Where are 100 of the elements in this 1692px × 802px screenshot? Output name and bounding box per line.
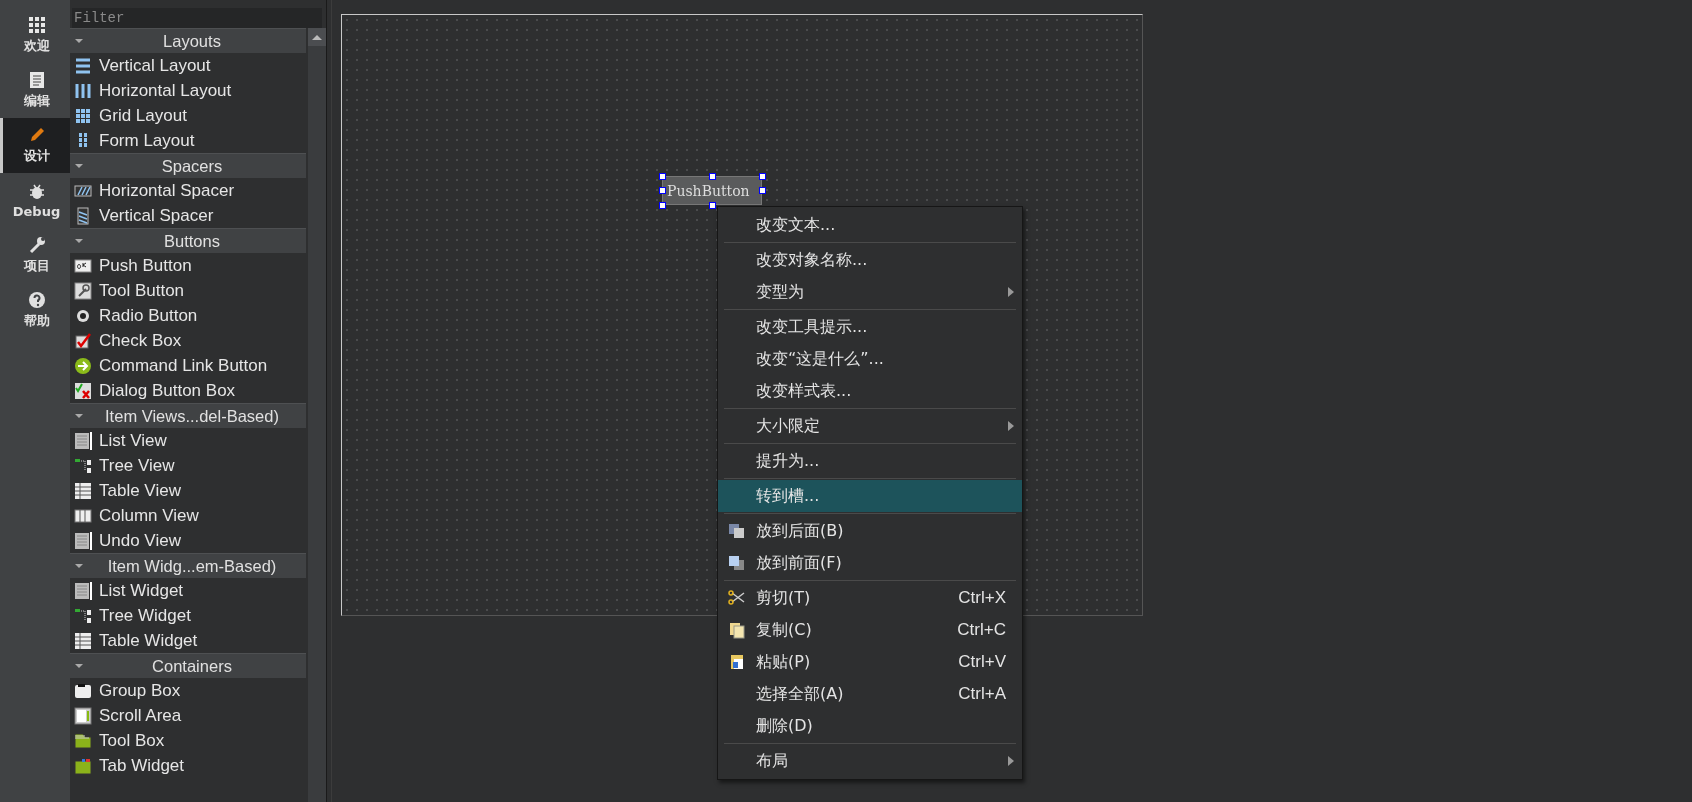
resize-handle[interactable]: [659, 187, 666, 194]
expand-arrow-icon: [74, 661, 84, 671]
paste-icon: [728, 653, 746, 671]
category-header[interactable]: Layouts: [70, 28, 306, 53]
widget-item[interactable]: Form Layout: [70, 128, 306, 153]
widget-item[interactable]: Group Box: [70, 678, 306, 703]
menu-item[interactable]: 粘贴(P) Ctrl+V: [718, 646, 1022, 678]
menu-item[interactable]: 改变对象名称...: [718, 244, 1022, 276]
bring-front-icon: [728, 554, 746, 572]
table-icon: [74, 631, 92, 650]
expand-arrow-icon: [74, 236, 84, 246]
menu-item[interactable]: 改变工具提示...: [718, 311, 1022, 343]
mode-button[interactable]: Debug: [0, 173, 70, 228]
wrench-button-icon: [74, 281, 92, 300]
category-header[interactable]: Buttons: [70, 228, 306, 253]
resize-handle[interactable]: [709, 202, 716, 209]
expand-arrow-icon: [74, 411, 84, 421]
checkbox-icon: [74, 331, 92, 350]
resize-handle[interactable]: [659, 202, 666, 209]
scroll-up-icon: [312, 34, 322, 40]
widget-item[interactable]: Vertical Layout: [70, 53, 306, 78]
menu-item[interactable]: 删除(D): [718, 710, 1022, 742]
horizontal-layout-icon: [74, 81, 92, 100]
mode-button[interactable]: 项目: [0, 228, 70, 283]
widget-item[interactable]: Horizontal Spacer: [70, 178, 306, 203]
grid-icon: [27, 16, 46, 34]
widget-item[interactable]: Check Box: [70, 328, 306, 353]
send-back-icon: [728, 522, 746, 540]
widget-item[interactable]: Column View: [70, 503, 306, 528]
resize-handle[interactable]: [659, 173, 666, 180]
dialog-buttons-icon: [74, 381, 92, 400]
tree-icon: [74, 606, 92, 625]
wrench-icon: [27, 236, 46, 254]
arrow-circle-icon: [74, 356, 92, 375]
widget-item[interactable]: Push Button: [70, 253, 306, 278]
mode-button[interactable]: 帮助: [0, 283, 70, 338]
scrollbar[interactable]: [308, 28, 326, 802]
list-icon: [74, 581, 92, 600]
list-icon: [74, 431, 92, 450]
widget-item[interactable]: List View: [70, 428, 306, 453]
columns-icon: [74, 506, 92, 525]
widget-item[interactable]: Tool Button: [70, 278, 306, 303]
category-header[interactable]: Item Views...del-Based): [70, 403, 306, 428]
group-box-icon: [74, 681, 92, 700]
scroll-area-icon: [74, 706, 92, 725]
mode-button[interactable]: 编辑: [0, 63, 70, 118]
folder-icon: [74, 731, 92, 750]
tree-icon: [74, 456, 92, 475]
ok-button-icon: [74, 256, 92, 275]
widget-item[interactable]: Vertical Spacer: [70, 203, 306, 228]
menu-item[interactable]: 改变样式表...: [718, 375, 1022, 407]
widget-item[interactable]: Tree Widget: [70, 603, 306, 628]
expand-arrow-icon: [74, 36, 84, 46]
widget-item[interactable]: Table View: [70, 478, 306, 503]
menu-item[interactable]: 改变“这是什么”...: [718, 343, 1022, 375]
mode-button[interactable]: 欢迎: [0, 8, 70, 63]
widget-item[interactable]: Tool Box: [70, 728, 306, 753]
list-icon: [74, 531, 92, 550]
menu-item[interactable]: 选择全部(A) Ctrl+A: [718, 678, 1022, 710]
resize-handle[interactable]: [759, 173, 766, 180]
menu-item[interactable]: 放到后面(B): [718, 515, 1022, 547]
vertical-layout-icon: [74, 56, 92, 75]
widget-item[interactable]: Horizontal Layout: [70, 78, 306, 103]
widget-item[interactable]: Undo View: [70, 528, 306, 553]
widget-item[interactable]: Command Link Button: [70, 353, 306, 378]
vertical-spacer-icon: [74, 206, 92, 225]
widget-item[interactable]: List Widget: [70, 578, 306, 603]
widget-item[interactable]: Scroll Area: [70, 703, 306, 728]
category-header[interactable]: Item Widg...em-Based): [70, 553, 306, 578]
scissors-icon: [728, 589, 746, 607]
document-icon: [27, 71, 46, 89]
table-icon: [74, 481, 92, 500]
menu-item[interactable]: 放到前面(F): [718, 547, 1022, 579]
filter-field[interactable]: Filter: [72, 8, 322, 28]
widget-item[interactable]: Radio Button: [70, 303, 306, 328]
mode-button[interactable]: 设计: [0, 118, 70, 173]
resize-handle[interactable]: [759, 187, 766, 194]
resize-handle[interactable]: [709, 173, 716, 180]
bug-icon: [27, 182, 46, 201]
menu-item[interactable]: 剪切(T) Ctrl+X: [718, 582, 1022, 614]
menu-item[interactable]: 大小限定: [718, 410, 1022, 442]
widget-item[interactable]: Table Widget: [70, 628, 306, 653]
menu-item[interactable]: 变型为: [718, 276, 1022, 308]
widget-item[interactable]: Tree View: [70, 453, 306, 478]
menu-item[interactable]: 复制(C) Ctrl+C: [718, 614, 1022, 646]
menu-item[interactable]: 转到槽...: [718, 480, 1022, 512]
copy-icon: [728, 621, 746, 639]
widget-item[interactable]: Grid Layout: [70, 103, 306, 128]
grid-layout-icon: [74, 106, 92, 125]
category-header[interactable]: Containers: [70, 653, 306, 678]
widget-item[interactable]: Dialog Button Box: [70, 378, 306, 403]
widget-item[interactable]: Tab Widget: [70, 753, 306, 778]
menu-item[interactable]: 提升为...: [718, 445, 1022, 477]
menu-item[interactable]: 布局: [718, 745, 1022, 777]
help-icon: [27, 291, 46, 309]
expand-arrow-icon: [74, 161, 84, 171]
category-header[interactable]: Spacers: [70, 153, 306, 178]
tab-icon: [74, 756, 92, 775]
menu-item[interactable]: 改变文本...: [718, 209, 1022, 241]
expand-arrow-icon: [74, 561, 84, 571]
